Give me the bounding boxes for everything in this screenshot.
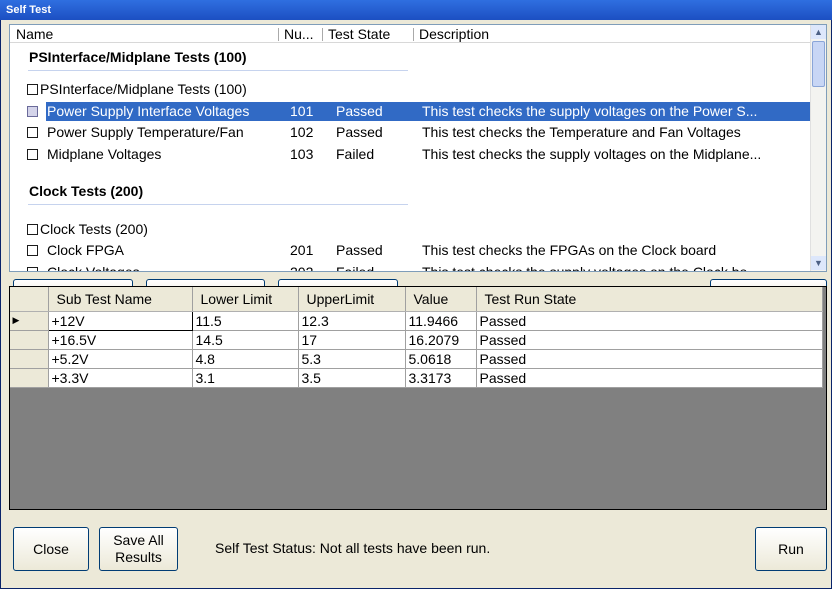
checkbox[interactable] xyxy=(27,224,38,235)
list-item-power-supply-temperature-fan[interactable]: Power Supply Temperature/Fan 102 Passed … xyxy=(24,123,814,143)
column-header-value[interactable]: Value xyxy=(405,287,477,312)
cell-value[interactable]: 11.9466 xyxy=(405,311,477,331)
column-header-name[interactable]: Name xyxy=(14,26,53,42)
details-table: Sub Test Name Lower Limit UpperLimit Val… xyxy=(10,287,823,388)
cell-test-run-state[interactable]: Passed xyxy=(476,349,823,369)
group-header-psinterface: PSInterface/Midplane Tests (100) xyxy=(29,49,247,65)
list-item-clock-fpga[interactable]: Clock FPGA 201 Passed This test checks t… xyxy=(24,241,814,261)
cell-upper-limit[interactable]: 17 xyxy=(298,330,406,350)
test-list[interactable]: Name Nu... Test State Description PSInte… xyxy=(9,24,827,272)
cell-value[interactable]: 5.0618 xyxy=(405,349,477,369)
run-button[interactable]: Run xyxy=(755,527,827,571)
close-button[interactable]: Close xyxy=(13,527,89,571)
self-test-status: Self Test Status: Not all tests have bee… xyxy=(215,540,491,556)
details-grid[interactable]: Sub Test Name Lower Limit UpperLimit Val… xyxy=(9,286,827,510)
window-title: Self Test xyxy=(0,0,832,20)
column-header-test-run-state[interactable]: Test Run State xyxy=(476,287,823,312)
cell-sub-test-name[interactable]: +5.2V xyxy=(48,349,193,369)
column-header-test-state[interactable]: Test State xyxy=(326,26,390,42)
details-header-row: Sub Test Name Lower Limit UpperLimit Val… xyxy=(10,287,823,312)
list-vertical-scrollbar[interactable]: ▲ ▼ xyxy=(810,25,826,271)
scroll-thumb[interactable] xyxy=(812,41,825,87)
cell-value[interactable]: 16.2079 xyxy=(405,330,477,350)
column-header-sub-test-name[interactable]: Sub Test Name xyxy=(48,287,193,312)
checkbox[interactable] xyxy=(27,267,38,271)
cell-lower-limit[interactable]: 14.5 xyxy=(192,330,299,350)
cell-upper-limit[interactable]: 12.3 xyxy=(298,311,406,331)
list-item-psinterface-group[interactable]: PSInterface/Midplane Tests (100) xyxy=(24,80,814,100)
column-header-description[interactable]: Description xyxy=(417,26,489,42)
checkbox[interactable] xyxy=(27,106,38,117)
list-item-clock-group[interactable]: Clock Tests (200) xyxy=(24,220,814,240)
group-header-clock: Clock Tests (200) xyxy=(29,183,144,199)
table-row[interactable]: ▶ +12V 11.5 12.3 11.9466 Passed xyxy=(10,310,823,331)
cell-sub-test-name[interactable]: +3.3V xyxy=(48,368,193,388)
test-list-header: Name Nu... Test State Description xyxy=(10,25,812,43)
cell-sub-test-name[interactable]: +12V xyxy=(47,310,193,331)
cell-sub-test-name[interactable]: +16.5V xyxy=(48,330,193,350)
list-item-power-supply-interface-voltages[interactable]: Power Supply Interface Voltages 101 Pass… xyxy=(24,102,824,122)
cell-lower-limit[interactable]: 4.8 xyxy=(192,349,299,369)
save-all-label-line1: Save All xyxy=(113,532,164,548)
scroll-up-icon[interactable]: ▲ xyxy=(811,25,826,39)
column-header-upper-limit[interactable]: UpperLimit xyxy=(298,287,406,312)
cell-lower-limit[interactable]: 3.1 xyxy=(192,368,299,388)
table-row[interactable]: +16.5V 14.5 17 16.2079 Passed xyxy=(10,330,823,350)
list-item-clock-voltages[interactable]: Clock Voltages 202 Failed This test chec… xyxy=(24,263,814,271)
checkbox[interactable] xyxy=(27,127,38,138)
list-item-midplane-voltages[interactable]: Midplane Voltages 103 Failed This test c… xyxy=(24,145,814,165)
self-test-window: Name Nu... Test State Description PSInte… xyxy=(0,20,832,589)
cell-upper-limit[interactable]: 5.3 xyxy=(298,349,406,369)
current-row-arrow-icon: ▶ xyxy=(10,311,49,331)
cell-test-run-state[interactable]: Passed xyxy=(476,330,823,350)
cell-value[interactable]: 3.3173 xyxy=(405,368,477,388)
scroll-down-icon[interactable]: ▼ xyxy=(811,256,826,270)
column-header-number[interactable]: Nu... xyxy=(282,26,314,42)
checkbox[interactable] xyxy=(27,84,38,95)
cell-lower-limit[interactable]: 11.5 xyxy=(192,311,299,331)
cell-upper-limit[interactable]: 3.5 xyxy=(298,368,406,388)
cell-test-run-state[interactable]: Passed xyxy=(476,368,823,388)
table-row[interactable]: +3.3V 3.1 3.5 3.3173 Passed xyxy=(10,368,823,388)
table-row[interactable]: +5.2V 4.8 5.3 5.0618 Passed xyxy=(10,349,823,369)
checkbox[interactable] xyxy=(27,149,38,160)
save-all-results-button[interactable]: Save All Results xyxy=(99,527,178,571)
checkbox[interactable] xyxy=(27,245,38,256)
cell-test-run-state[interactable]: Passed xyxy=(476,311,823,331)
save-all-label-line2: Results xyxy=(115,549,162,565)
column-header-lower-limit[interactable]: Lower Limit xyxy=(192,287,299,312)
